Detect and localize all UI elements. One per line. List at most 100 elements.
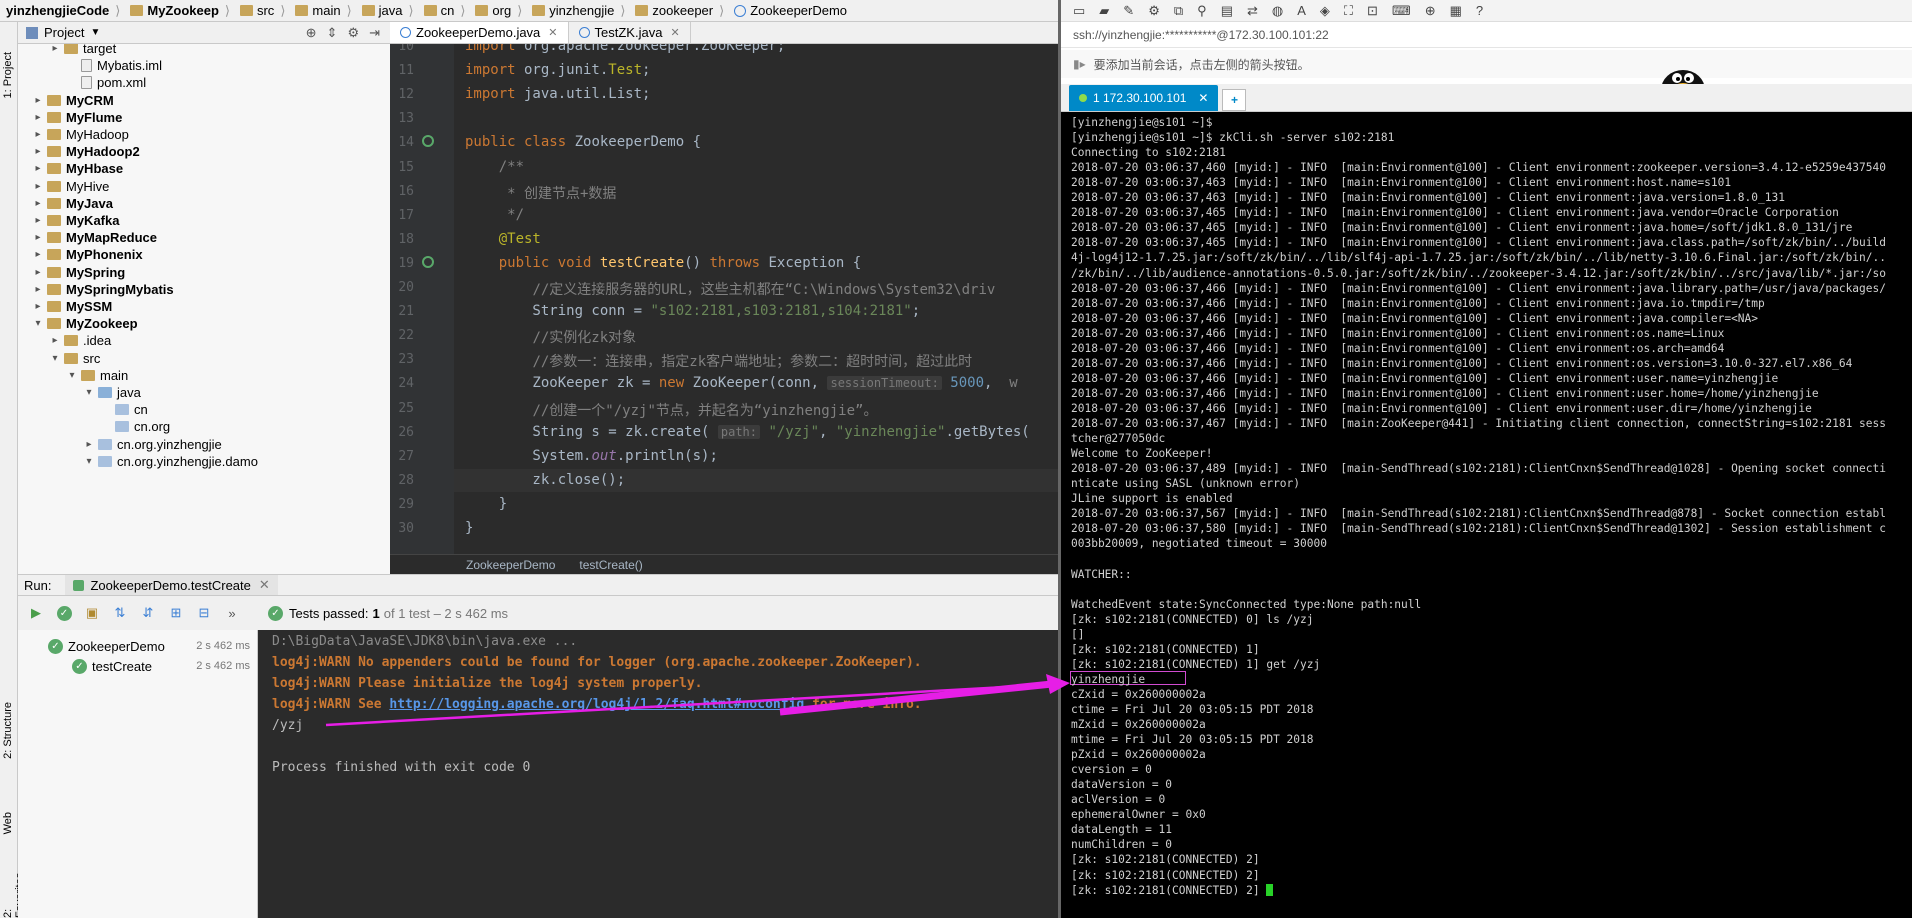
chevron-right-icon[interactable]: ▸ xyxy=(32,284,44,295)
code-line[interactable]: //定义连接服务器的URL，这些主机都在“C:\Windows\System32… xyxy=(465,279,995,299)
font-icon[interactable]: A xyxy=(1297,3,1306,18)
chevron-right-icon[interactable]: ▸ xyxy=(32,95,44,106)
tab-testzk-java[interactable]: TestZK.java ✕ xyxy=(569,22,691,43)
code-line[interactable]: zk.close(); xyxy=(465,472,625,488)
project-panel-title[interactable]: Project xyxy=(44,25,84,40)
session-tab[interactable]: 1 172.30.100.101 ✕ xyxy=(1069,85,1219,111)
transfer-icon[interactable]: ⇄ xyxy=(1247,3,1258,19)
run-console[interactable]: D:\BigData\JavaSE\JDK8\bin\java.exe ... l… xyxy=(258,630,1058,918)
web-tool-tab[interactable]: Web xyxy=(2,812,14,834)
script-icon[interactable]: ◈ xyxy=(1320,3,1330,19)
breadcrumb-item[interactable]: ZookeeperDemo xyxy=(726,3,849,18)
search-icon[interactable]: ⚲ xyxy=(1197,3,1207,19)
code-line[interactable]: import java.util.List; xyxy=(465,86,650,102)
chevron-down-icon[interactable]: ▾ xyxy=(49,353,61,364)
new-session-icon[interactable]: ▭ xyxy=(1073,3,1085,19)
breadcrumb-item[interactable]: yinzhengjie ⟩ xyxy=(524,3,627,19)
link-icon[interactable]: ✎ xyxy=(1123,3,1134,19)
test-tree-item[interactable]: ✓ testCreate 2 s 462 ms xyxy=(72,656,256,676)
code-line[interactable]: ZooKeeper zk = new ZooKeeper(conn, sessi… xyxy=(465,375,1017,391)
collapse-icon[interactable]: ⇕ xyxy=(327,25,338,41)
code-line[interactable]: public class ZookeeperDemo { xyxy=(465,134,701,150)
open-folder-icon[interactable]: ▰ xyxy=(1099,3,1109,19)
add-session-icon[interactable]: ▮▸ xyxy=(1073,57,1086,71)
chevron-right-icon[interactable]: ▸ xyxy=(32,129,44,140)
chevron-right-icon[interactable]: ▸ xyxy=(32,267,44,278)
breadcrumb-item[interactable]: src ⟩ xyxy=(232,3,287,19)
code-line[interactable]: /** xyxy=(465,159,524,175)
sort-duration-button[interactable]: ⇵ xyxy=(138,603,158,623)
code-line[interactable]: @Test xyxy=(465,231,541,247)
chevron-down-icon[interactable]: ▾ xyxy=(32,318,44,329)
gear-icon[interactable]: ⚙ xyxy=(347,25,359,41)
code-line[interactable]: //实例化zk对象 xyxy=(465,327,636,347)
code-line[interactable]: */ xyxy=(465,207,524,223)
layout-icon[interactable]: ▦ xyxy=(1450,3,1462,19)
chevron-down-icon[interactable]: ▾ xyxy=(83,387,95,398)
settings-icon[interactable]: ⚙ xyxy=(1148,3,1160,19)
close-icon[interactable]: ✕ xyxy=(259,577,270,593)
tab-zookeeperdemo-java[interactable]: ZookeeperDemo.java ✕ xyxy=(390,22,569,43)
breadcrumb-item[interactable]: cn ⟩ xyxy=(416,3,468,19)
close-icon[interactable]: ✕ xyxy=(548,26,557,39)
code-editor[interactable]: 10 import org.apache.zookeeper.ZooKeeper;… xyxy=(390,44,1058,554)
test-tree-item[interactable]: ✓ ZookeeperDemo 2 s 462 ms xyxy=(48,636,256,656)
breadcrumb-item[interactable]: java ⟩ xyxy=(354,3,416,19)
help-icon[interactable]: ? xyxy=(1476,3,1483,18)
code-line[interactable]: * 创建节点+数据 xyxy=(465,183,616,203)
close-tab-icon[interactable]: ✕ xyxy=(1198,91,1208,105)
chevron-down-icon[interactable]: ▾ xyxy=(66,370,78,381)
structure-tool-tab[interactable]: 2: Structure xyxy=(2,702,14,759)
code-line[interactable]: //创建一个"/yzj"节点，并起名为“yinzhengjie”。 xyxy=(465,400,877,420)
chevron-right-icon[interactable]: ▸ xyxy=(49,44,61,54)
lock-icon[interactable]: ⊡ xyxy=(1367,3,1378,19)
hide-icon[interactable]: ⇥ xyxy=(369,25,380,41)
code-line[interactable]: System.out.println(s); xyxy=(465,448,717,464)
chevron-right-icon[interactable]: ▸ xyxy=(32,198,44,209)
run-gutter-icon[interactable] xyxy=(422,255,434,268)
more-button[interactable]: » xyxy=(222,603,242,623)
chevron-right-icon[interactable]: ▸ xyxy=(32,249,44,260)
code-line[interactable]: } xyxy=(465,496,507,512)
print-icon[interactable]: ▤ xyxy=(1221,3,1233,19)
code-line[interactable]: import org.apache.zookeeper.ZooKeeper; xyxy=(465,44,785,54)
close-icon[interactable]: ✕ xyxy=(670,26,679,39)
chevron-right-icon[interactable]: ▸ xyxy=(32,112,44,123)
breadcrumb-item[interactable]: main ⟩ xyxy=(287,3,353,19)
expand-all-button[interactable]: ⊞ xyxy=(166,603,186,623)
code-line[interactable]: String s = zk.create( path: "/yzj", "yin… xyxy=(465,424,1029,440)
rerun-button[interactable]: ▶ xyxy=(26,603,46,623)
fullscreen-icon[interactable]: ⛶ xyxy=(1344,3,1353,19)
code-line[interactable]: public void testCreate() throws Exceptio… xyxy=(465,255,861,271)
chevron-right-icon[interactable]: ▸ xyxy=(32,215,44,226)
show-ignored-button[interactable]: ▣ xyxy=(82,603,102,623)
chevron-right-icon[interactable]: ▸ xyxy=(83,439,95,450)
new-tab-button[interactable]: + xyxy=(1222,89,1247,111)
terminal[interactable]: [yinzhengjie@s101 ~]$ [yinzhengjie@s101 ~… xyxy=(1061,112,1912,918)
breadcrumb-item[interactable]: org ⟩ xyxy=(467,3,524,19)
code-line[interactable]: String conn = "s102:2181,s103:2181,s104:… xyxy=(465,303,920,319)
keyboard-icon[interactable]: ⌨ xyxy=(1392,3,1411,19)
breadcrumb-class[interactable]: ZookeeperDemo xyxy=(466,558,555,572)
sort-alpha-button[interactable]: ⇅ xyxy=(110,603,130,623)
add-icon[interactable]: ⊕ xyxy=(1425,3,1436,19)
code-line[interactable]: import org.junit.Test; xyxy=(465,62,650,78)
dropdown-icon[interactable]: ▼ xyxy=(90,27,100,38)
breadcrumb-item[interactable]: yinzhengjieCode ⟩ xyxy=(4,3,122,19)
faq-link[interactable]: http://logging.apache.org/log4j/1.2/faq.… xyxy=(389,697,804,712)
copy-icon[interactable]: ⧉ xyxy=(1174,3,1183,19)
chevron-right-icon[interactable]: ▸ xyxy=(49,335,61,346)
chevron-right-icon[interactable]: ▸ xyxy=(32,163,44,174)
address-bar[interactable]: ssh://yinzhengjie:***********@172.30.100… xyxy=(1061,22,1912,48)
collapse-all-button[interactable]: ⊟ xyxy=(194,603,214,623)
code-line[interactable]: } xyxy=(465,520,473,536)
project-tool-tab[interactable]: 1: Project xyxy=(2,52,14,98)
globe-icon[interactable]: ◍ xyxy=(1272,3,1283,19)
chevron-right-icon[interactable]: ▸ xyxy=(32,146,44,157)
chevron-right-icon[interactable]: ▸ xyxy=(32,301,44,312)
chevron-down-icon[interactable]: ▾ xyxy=(83,456,95,467)
show-passed-button[interactable]: ✓ xyxy=(54,603,74,623)
target-icon[interactable]: ⊕ xyxy=(306,25,317,41)
chevron-right-icon[interactable]: ▸ xyxy=(32,181,44,192)
code-line[interactable]: //参数一：连接串，指定zk客户端地址；参数二：超时时间，超过此时 xyxy=(465,351,972,371)
